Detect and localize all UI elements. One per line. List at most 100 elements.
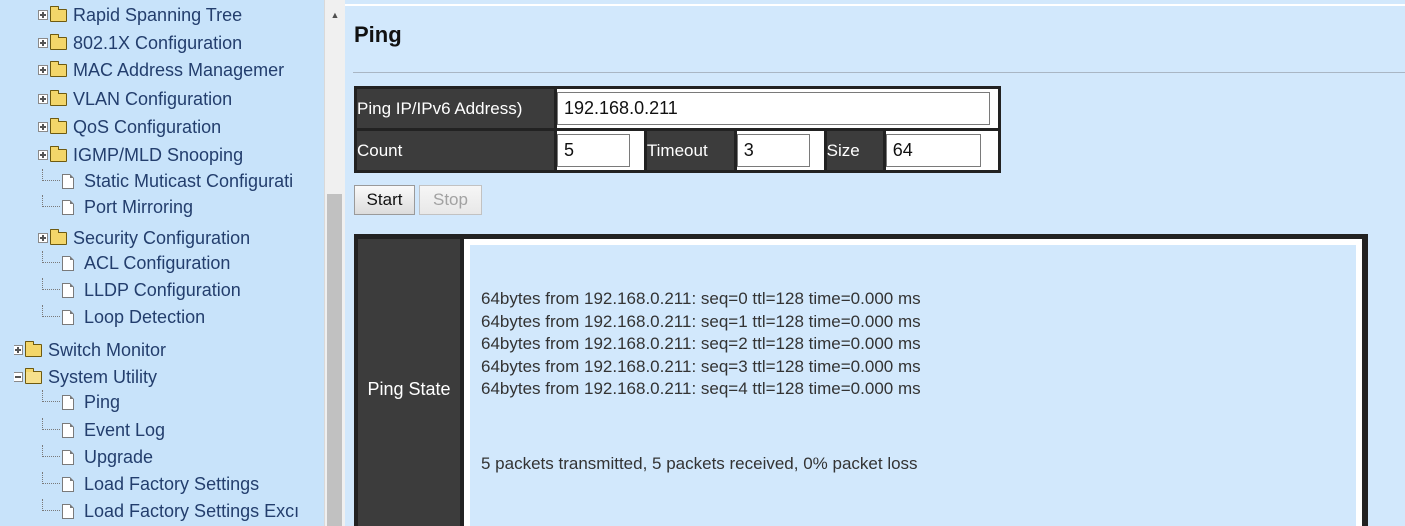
ping-address-cell: 192.168.0.211 — [557, 89, 998, 128]
page-icon — [62, 422, 74, 438]
ping-address-label: Ping IP/IPv6 Address) — [357, 89, 554, 128]
ping-state-table: Ping State 64bytes from 192.168.0.211: s… — [354, 234, 1368, 526]
tree-page-upgrade[interactable]: Upgrade — [42, 444, 153, 470]
tree-page-loop-detection[interactable]: Loop Detection — [42, 304, 205, 330]
tree-item-label: System Utility — [48, 366, 158, 387]
expand-plus-icon[interactable] — [14, 345, 23, 355]
ping-reply-line: 64bytes from 192.168.0.211: seq=4 ttl=12… — [481, 379, 921, 398]
tree-page-static-multicast-configuration[interactable]: Static Muticast Configurati — [42, 168, 293, 194]
tree-item-label: Event Log — [84, 419, 166, 440]
open-folder-icon — [25, 367, 42, 384]
ping-state-output: 64bytes from 192.168.0.211: seq=0 ttl=12… — [470, 245, 1356, 526]
expand-plus-icon[interactable] — [38, 233, 48, 243]
tree-item-label: 802.1X Configuration — [73, 32, 243, 53]
page-icon — [62, 173, 74, 189]
expand-plus-icon[interactable] — [38, 122, 48, 132]
tree-page-ping[interactable]: Ping — [42, 389, 120, 415]
tree-folder-security-configuration[interactable]: Security Configuration — [38, 225, 250, 251]
sidebar-scrollbar[interactable]: ▲ — [324, 0, 345, 526]
count-input[interactable]: 5 — [557, 134, 630, 167]
tree-item-label: Upgrade — [84, 446, 154, 467]
tree-connector — [42, 251, 60, 263]
page-title: Ping — [354, 22, 402, 47]
page-icon — [62, 309, 74, 325]
folder-icon — [25, 340, 42, 357]
tree-item-label: Loop Detection — [84, 306, 206, 327]
tree-item-label: Rapid Spanning Tree — [73, 4, 243, 25]
folder-icon — [50, 60, 67, 77]
tree-page-lldp-configuration[interactable]: LLDP Configuration — [42, 277, 241, 303]
top-border — [345, 4, 1405, 6]
expand-plus-icon[interactable] — [38, 94, 48, 104]
ping-address-input[interactable]: 192.168.0.211 — [557, 92, 990, 125]
tree-page-load-factory-settings[interactable]: Load Factory Settings — [42, 471, 259, 497]
tree-folder-qos-configuration[interactable]: QoS Configuration — [38, 114, 221, 140]
size-cell: 64 — [885, 131, 998, 170]
page-icon — [62, 394, 74, 410]
expand-plus-icon[interactable] — [38, 38, 48, 48]
ping-reply-line: 64bytes from 192.168.0.211: seq=0 ttl=12… — [481, 289, 921, 308]
ping-reply-line: 64bytes from 192.168.0.211: seq=1 ttl=12… — [481, 311, 921, 331]
stop-button[interactable]: Stop — [419, 185, 482, 215]
scroll-up-arrow-icon[interactable]: ▲ — [325, 0, 345, 30]
main-content: Ping Ping IP/IPv6 Address) 192.168.0.211… — [345, 0, 1405, 526]
tree-item-label: Static Muticast Configurati — [84, 170, 294, 191]
tree-page-event-log[interactable]: Event Log — [42, 417, 165, 443]
tree-connector — [42, 418, 60, 430]
tree-connector — [42, 499, 60, 511]
tree-connector — [42, 195, 60, 207]
title-divider — [353, 72, 1405, 73]
tree-page-acl-configuration[interactable]: ACL Configuration — [42, 250, 230, 276]
tree-item-label: Switch Monitor — [48, 339, 167, 360]
tree-item-label: Load Factory Settings — [84, 473, 260, 494]
ping-state-panel: 64bytes from 192.168.0.211: seq=0 ttl=12… — [464, 239, 1362, 526]
tree-connector — [42, 445, 60, 457]
tree-folder-system-utility[interactable]: System Utility — [14, 364, 157, 390]
tree-folder-vlan-configuration[interactable]: VLAN Configuration — [38, 86, 232, 112]
tree-page-port-mirroring[interactable]: Port Mirroring — [42, 194, 193, 220]
folder-icon — [50, 145, 67, 162]
expand-plus-icon[interactable] — [38, 150, 48, 160]
tree-item-label: Load Factory Settings Excı — [84, 500, 300, 521]
ping-reply-line: 64bytes from 192.168.0.211: seq=2 ttl=12… — [481, 334, 921, 353]
tree-folder-rapid-spanning-tree[interactable]: Rapid Spanning Tree — [38, 2, 242, 28]
tree-connector — [42, 278, 60, 290]
tree-item-label: QoS Configuration — [73, 116, 222, 137]
folder-icon — [50, 89, 67, 106]
tree-page-load-factory-settings-except[interactable]: Load Factory Settings Excı — [42, 498, 299, 524]
page-icon — [62, 476, 74, 492]
timeout-label: Timeout — [646, 131, 734, 170]
tree-connector — [42, 390, 60, 402]
ping-reply-list: 64bytes from 192.168.0.211: seq=0 ttl=12… — [481, 288, 921, 401]
tree-folder-switch-monitor[interactable]: Switch Monitor — [14, 337, 166, 363]
page-icon — [62, 449, 74, 465]
page-icon — [62, 255, 74, 271]
tree-item-label: VLAN Configuration — [73, 88, 233, 109]
expand-plus-icon[interactable] — [38, 10, 48, 20]
collapse-minus-icon[interactable] — [14, 372, 23, 382]
expand-plus-icon[interactable] — [38, 65, 48, 75]
timeout-input[interactable]: 3 — [736, 134, 810, 167]
ping-reply-line: 64bytes from 192.168.0.211: seq=3 ttl=12… — [481, 356, 921, 376]
start-button[interactable]: Start — [354, 185, 415, 215]
page-icon — [62, 282, 74, 298]
tree-folder-igmp-mld-snooping[interactable]: IGMP/MLD Snooping — [38, 142, 243, 168]
tree-item-label: LLDP Configuration — [84, 279, 241, 300]
tree-item-label: Ping — [84, 391, 121, 412]
tree-item-label: MAC Address Managemer — [73, 59, 285, 80]
tree-folder-mac-address-management[interactable]: MAC Address Managemer — [38, 57, 284, 83]
ping-summary: 5 packets transmitted, 5 packets receive… — [481, 454, 918, 473]
folder-icon — [50, 33, 67, 50]
tree-folder-802-1x-configuration[interactable]: 802.1X Configuration — [38, 30, 242, 56]
ping-settings-table: Ping IP/IPv6 Address) 192.168.0.211 Coun… — [354, 86, 1001, 173]
page-icon — [62, 199, 74, 215]
scrollbar-thumb[interactable] — [327, 194, 342, 526]
timeout-cell: 3 — [736, 131, 824, 170]
navigation-sidebar: Rapid Spanning Tree 802.1X Configuration… — [0, 0, 345, 526]
tree-item-label: ACL Configuration — [84, 252, 231, 273]
ping-state-label: Ping State — [358, 239, 460, 526]
tree-item-label: IGMP/MLD Snooping — [73, 144, 244, 165]
navigation-tree: Rapid Spanning Tree 802.1X Configuration… — [14, 0, 324, 526]
size-input[interactable]: 64 — [885, 134, 981, 167]
size-label: Size — [826, 131, 883, 170]
